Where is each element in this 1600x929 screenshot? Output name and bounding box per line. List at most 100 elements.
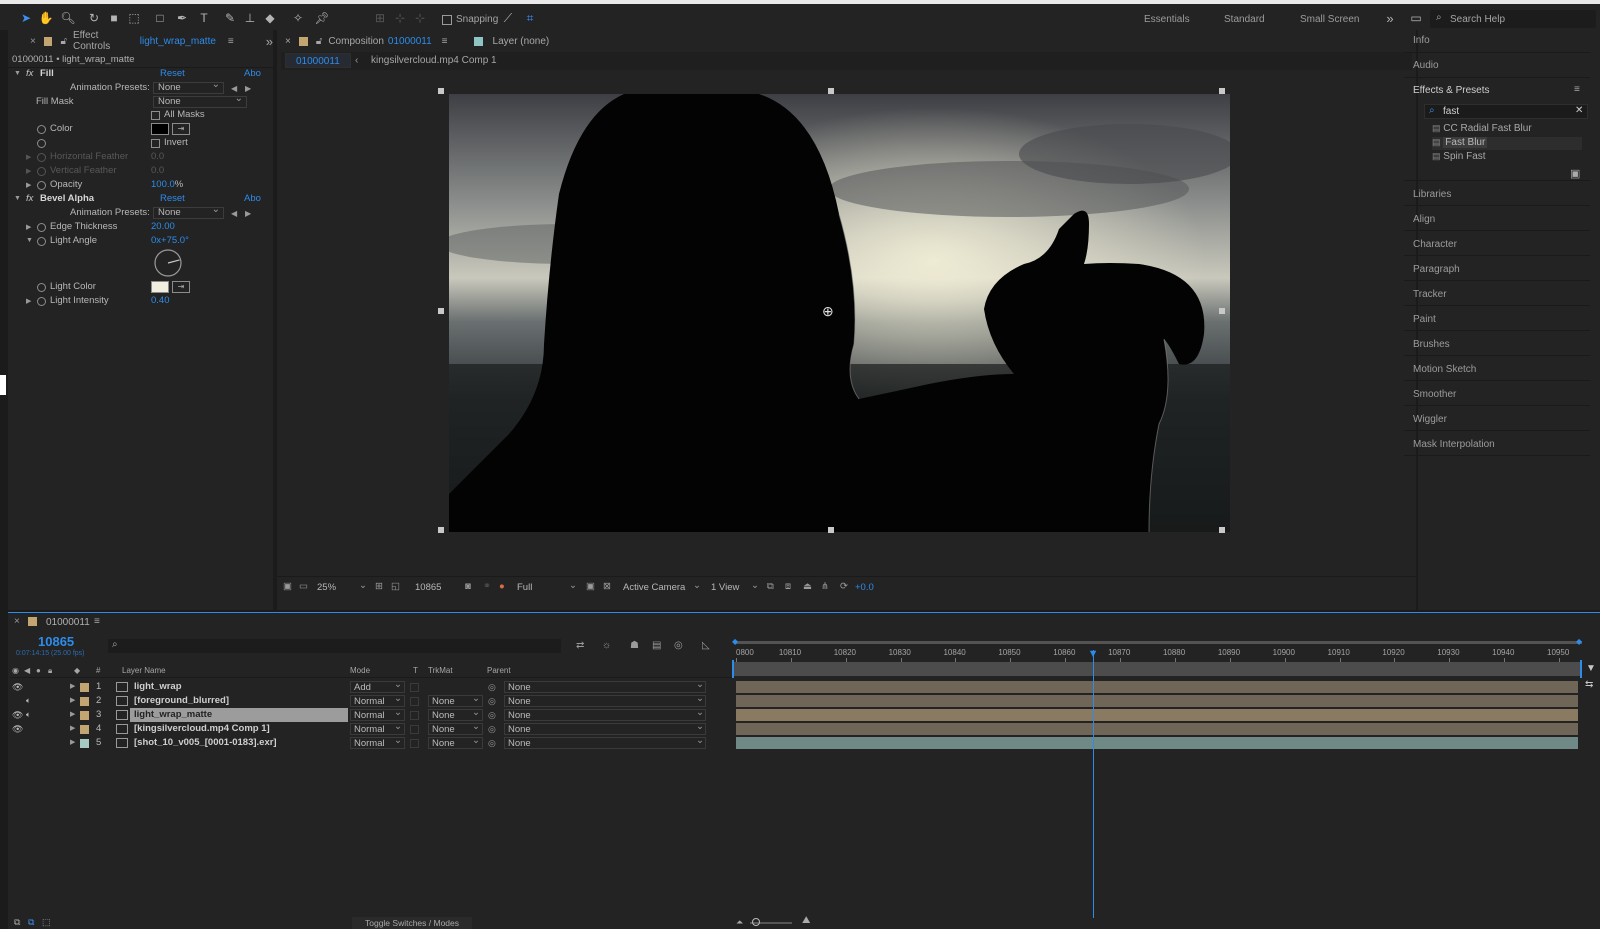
opacity-number[interactable]: 100.0: [151, 179, 175, 190]
layer-name[interactable]: [foreground_blurred]: [130, 694, 348, 708]
fast-preview-icon[interactable]: ⧈: [785, 581, 791, 592]
bevel-expand-icon[interactable]: ▼: [14, 195, 21, 202]
safe-zones-icon[interactable]: ⊞: [375, 581, 383, 592]
fx-icon[interactable]: fx: [26, 67, 33, 81]
layer-label-swatch[interactable]: [80, 725, 89, 734]
composition-viewer[interactable]: [449, 94, 1230, 532]
zoom-out-icon[interactable]: ⏶: [736, 917, 743, 928]
audio-panel-tab[interactable]: Audio: [1413, 60, 1439, 71]
eraser-tool-icon[interactable]: ◆: [262, 10, 278, 26]
transform-handle[interactable]: [438, 527, 444, 533]
puppet-pin-tool-icon[interactable]: 📌︎: [314, 10, 330, 26]
graph-editor-icon[interactable]: ◺: [702, 640, 710, 651]
layer-label-swatch[interactable]: [80, 683, 89, 692]
bevel-about-button[interactable]: Abo: [244, 192, 261, 206]
effect-result-item[interactable]: ▤ CC Radial Fast Blur: [1432, 123, 1582, 136]
new-folder-icon[interactable]: ▣: [1570, 167, 1580, 180]
parent-dropdown[interactable]: None: [504, 723, 706, 735]
frame-blending-icon[interactable]: ▤: [652, 640, 661, 651]
expand-layer-icon[interactable]: ▶: [70, 708, 75, 722]
eyedropper-icon[interactable]: ⇥: [172, 281, 190, 293]
light-color-swatch[interactable]: [151, 281, 169, 293]
layer-search-field[interactable]: ⌕: [108, 639, 561, 653]
transparency-grid-icon[interactable]: ⊠: [603, 581, 611, 592]
audio-speaker-icon[interactable]: 🔈︎: [26, 708, 31, 722]
workspace-standard[interactable]: Standard: [1224, 14, 1265, 25]
current-frame-field[interactable]: 10865: [415, 582, 441, 593]
effect-result-item[interactable]: ▤ Spin Fast: [1432, 151, 1582, 164]
brush-tool-icon[interactable]: ✎: [222, 10, 238, 26]
prev-preset-icon[interactable]: ◀: [231, 84, 237, 93]
transform-handle[interactable]: [438, 308, 444, 314]
wiggler-panel-tab[interactable]: Wiggler: [1413, 414, 1447, 425]
comp-breadcrumb-active[interactable]: 01000011: [285, 53, 351, 68]
layer-row[interactable]: 👁︎ ▶ 4 [kingsilvercloud.mp4 Comp 1] Normal ⌄ N…: [10, 721, 732, 736]
rectangle-tool-icon[interactable]: □: [152, 10, 168, 26]
motion-blur-icon[interactable]: ◎: [674, 640, 683, 651]
effects-search-value[interactable]: fast: [1443, 106, 1459, 117]
timeline-toggle-icon[interactable]: ⏏: [803, 581, 812, 592]
timeline-tab[interactable]: 01000011: [46, 617, 90, 628]
brushes-panel-tab[interactable]: Brushes: [1413, 339, 1450, 350]
transform-handle[interactable]: [1219, 527, 1225, 533]
search-help-toggle-icon[interactable]: ▭: [1406, 10, 1426, 26]
expand-timeline-icon[interactable]: ⇆: [1585, 679, 1593, 690]
pan-behind-tool-icon[interactable]: ⬚: [126, 10, 142, 26]
next-preset-icon[interactable]: ▶: [245, 209, 251, 218]
fill-color-swatch[interactable]: [151, 123, 169, 135]
expand-layer-icon[interactable]: ▶: [70, 736, 75, 750]
transform-handle[interactable]: [1219, 88, 1225, 94]
tracker-panel-tab[interactable]: Tracker: [1413, 289, 1447, 300]
next-preset-icon[interactable]: ▶: [245, 84, 251, 93]
layer-name[interactable]: light_wrap: [130, 680, 348, 694]
expand-layer-icon[interactable]: ▶: [70, 722, 75, 736]
panel-menu-icon[interactable]: ≡: [94, 616, 100, 627]
layer-name[interactable]: [kingsilvercloud.mp4 Comp 1]: [130, 722, 348, 736]
stopwatch-icon[interactable]: [37, 181, 46, 190]
layer-duration-bar[interactable]: [736, 723, 1578, 735]
panel-menu-icon[interactable]: ≡: [1574, 84, 1580, 95]
fx-icon[interactable]: fx: [26, 192, 33, 206]
playhead-line[interactable]: [1092, 650, 1094, 918]
in-out-icon[interactable]: ⬚: [42, 917, 51, 928]
bevel-reset-button[interactable]: Reset: [160, 192, 185, 206]
layer-label-swatch[interactable]: [80, 711, 89, 720]
workspace-essentials[interactable]: Essentials: [1144, 14, 1190, 25]
effects-presets-title[interactable]: Effects & Presets: [1413, 85, 1490, 96]
video-eye-icon[interactable]: 👁︎: [12, 722, 23, 736]
toggle-switches-modes-button[interactable]: Toggle Switches / Modes: [352, 917, 472, 929]
stopwatch-icon[interactable]: [37, 297, 46, 306]
fill-expand-icon[interactable]: ▼: [14, 70, 21, 77]
work-area-start-icon[interactable]: ◆: [732, 637, 738, 646]
fill-about-button[interactable]: Abo: [244, 67, 261, 81]
fill-animation-presets-dropdown[interactable]: None: [153, 80, 224, 94]
reset-exposure-icon[interactable]: ⟳: [840, 581, 848, 592]
view-layout-dropdown[interactable]: 1 View: [711, 582, 739, 593]
pick-whip-icon[interactable]: ◎: [488, 680, 496, 694]
parent-dropdown[interactable]: None: [504, 695, 706, 707]
composition-tab-name[interactable]: 01000011: [388, 36, 432, 47]
stopwatch-icon[interactable]: [37, 237, 46, 246]
workspace-small-screen[interactable]: Small Screen: [1300, 14, 1359, 25]
transform-handle[interactable]: [828, 88, 834, 94]
column-layer-name[interactable]: Layer Name: [122, 666, 166, 675]
smoother-panel-tab[interactable]: Smoother: [1413, 389, 1456, 400]
edge-thickness-value[interactable]: 20.00: [151, 220, 175, 234]
layer-name[interactable]: [shot_10_v005_[0001-0183].exr]: [130, 736, 348, 750]
camera-tool-icon[interactable]: ■: [106, 10, 122, 26]
audio-speaker-icon[interactable]: 🔈︎: [26, 694, 31, 708]
expand-icon[interactable]: ▶: [26, 181, 31, 189]
light-angle-dial[interactable]: [153, 248, 183, 278]
stopwatch-icon[interactable]: [37, 125, 46, 134]
camera-dropdown[interactable]: Active Camera: [623, 582, 685, 593]
resolution-dropdown[interactable]: Full: [517, 582, 532, 593]
pick-whip-icon[interactable]: ◎: [488, 736, 496, 750]
stopwatch-icon[interactable]: [37, 283, 46, 292]
eyedropper-icon[interactable]: ⇥: [172, 123, 190, 135]
effect-controls-layer-name[interactable]: light_wrap_matte: [140, 36, 216, 47]
anchor-point-icon[interactable]: ⊕: [822, 303, 834, 320]
work-area-end-icon[interactable]: ◆: [1576, 637, 1582, 646]
flowchart-icon[interactable]: ⋔: [821, 581, 829, 592]
snap-options-icon[interactable]: ⌗: [522, 10, 538, 26]
collapse-icon[interactable]: ▼: [26, 237, 33, 244]
